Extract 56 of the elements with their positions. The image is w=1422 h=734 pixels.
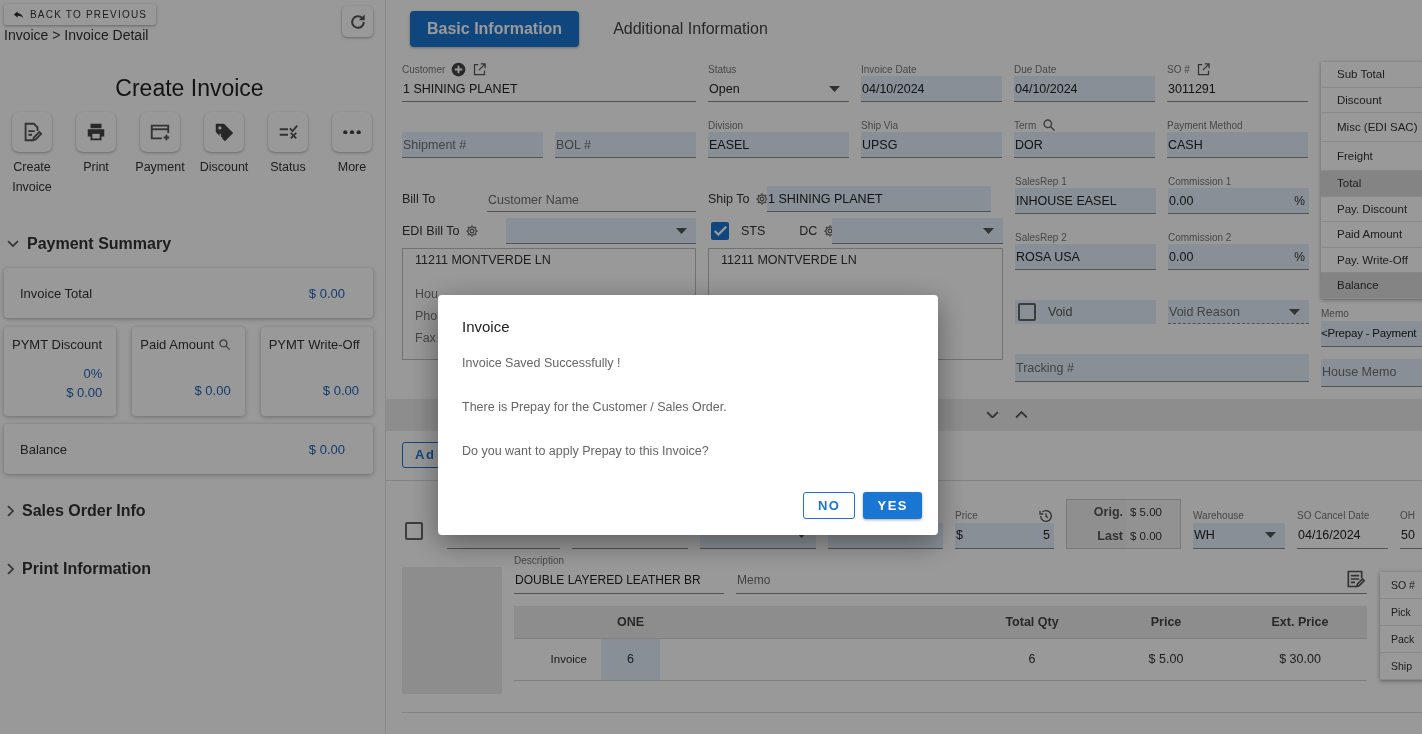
card-value: 0% bbox=[83, 366, 103, 381]
dialog-message: Invoice Saved Successfully ! bbox=[462, 355, 622, 371]
field-label: Commission 2 bbox=[1168, 231, 1232, 243]
field-label: Status bbox=[708, 63, 737, 75]
dialog-title: Invoice bbox=[462, 319, 511, 335]
checkbox-label: STS bbox=[741, 223, 766, 240]
field-label: Invoice Date bbox=[861, 63, 917, 75]
dialog-message: Do you want to apply Prepay to this Invoice? bbox=[462, 443, 710, 459]
column-header: Ext. Price bbox=[1233, 605, 1367, 638]
field-label: Description bbox=[514, 555, 565, 566]
table-cell: $ 5.00 bbox=[1099, 638, 1233, 680]
field-label: Term bbox=[1014, 119, 1037, 131]
field-label: Bill To bbox=[402, 191, 437, 208]
field-label: DC bbox=[799, 224, 818, 238]
card-value: $ 0.00 bbox=[308, 441, 345, 457]
column-header: Total Qty bbox=[965, 605, 1099, 638]
field-label: Commission 1 bbox=[1168, 175, 1232, 187]
field-label: SO Cancel Date bbox=[1297, 510, 1370, 521]
card-label: Balance bbox=[20, 441, 67, 457]
field-label: Ship Via bbox=[861, 119, 899, 131]
field-label: Warehouse bbox=[1193, 510, 1244, 521]
card-value: $ 0.00 bbox=[194, 383, 231, 398]
action-label: Discount bbox=[199, 159, 249, 176]
column-header: ONE bbox=[601, 605, 660, 638]
dialog-message: There is Prepay for the Customer / Sales Order. bbox=[462, 399, 728, 415]
action-label: Status bbox=[269, 159, 307, 176]
card-value: $ 0.00 bbox=[308, 285, 345, 301]
field-label: Division bbox=[708, 119, 743, 131]
card-value: $ 0.00 bbox=[66, 385, 103, 400]
column-header: Price bbox=[1099, 605, 1233, 638]
breadcrumb: Invoice > Invoice Detail bbox=[4, 27, 150, 43]
action-label: Payment bbox=[135, 159, 185, 176]
page-title: Create Invoice bbox=[114, 75, 265, 102]
action-label: More bbox=[336, 159, 368, 176]
action-label: Create Invoice bbox=[11, 159, 53, 196]
table-cell: $ 30.00 bbox=[1233, 638, 1367, 680]
price-compare-label: Orig. bbox=[1092, 504, 1124, 519]
field-label: Price bbox=[955, 510, 978, 521]
table-cell: 6 bbox=[965, 638, 1099, 680]
field-label: OH bbox=[1400, 510, 1415, 521]
card-value: $ 0.00 bbox=[322, 383, 359, 398]
field-label: Customer bbox=[402, 63, 446, 75]
field-label: EDI Bill To bbox=[402, 224, 460, 238]
field-label: SO # bbox=[1167, 63, 1190, 75]
card-label: Paid Amount bbox=[140, 337, 215, 352]
field-label: Ship To bbox=[708, 192, 750, 206]
field-label: Due Date bbox=[1014, 63, 1057, 75]
card-label: Invoice Total bbox=[20, 285, 93, 301]
action-label: Print bbox=[82, 159, 110, 176]
card-label: PYMT Write-Off bbox=[268, 337, 360, 352]
field-label: SalesRep 1 bbox=[1015, 175, 1067, 187]
field-label: Memo bbox=[1321, 308, 1349, 319]
field-label: SalesRep 2 bbox=[1015, 231, 1067, 243]
price-compare-label: Last bbox=[1096, 528, 1124, 543]
field-label: Payment Method bbox=[1167, 119, 1243, 131]
card-label: PYMT Discount bbox=[12, 337, 103, 352]
